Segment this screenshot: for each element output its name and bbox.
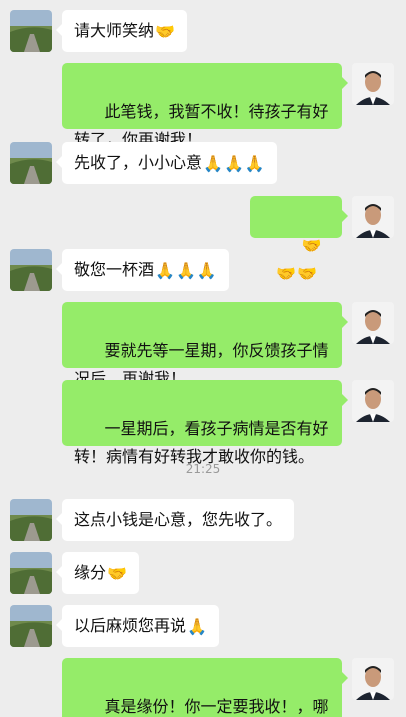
my-avatar[interactable] <box>352 302 394 344</box>
message-text: 请大师笑纳 <box>74 21 155 40</box>
palms-together-icon: 🙏 <box>187 617 207 636</box>
my-avatar[interactable] <box>352 658 394 700</box>
handshake-icon: 🤝 <box>276 264 296 283</box>
message-text: 一星期后，看孩子病情是否有好转！病情有好转我才敢收你的钱。 <box>74 419 329 466</box>
handshake-icon: 🤝 <box>107 564 127 583</box>
message-text: 这点小钱是心意，您先收了。 <box>74 510 283 529</box>
received-message-bubble[interactable]: 先收了，小小心意🙏🙏🙏 <box>56 142 277 184</box>
timestamp: 21:25 <box>185 462 221 476</box>
sent-message-bubble[interactable]: 一星期后，看孩子病情是否有好转！病情有好转我才敢收你的钱。 <box>62 380 348 466</box>
portrait-avatar-image <box>352 658 394 700</box>
received-message-bubble[interactable]: 这点小钱是心意，您先收了。 <box>55 499 295 541</box>
landscape-avatar-image <box>10 552 52 594</box>
palms-together-icon: 🙏 <box>203 154 223 173</box>
received-message-bubble[interactable]: 敬您一杯酒🙏🙏🙏 <box>56 249 229 291</box>
contact-avatar[interactable] <box>10 499 52 541</box>
received-message-bubble[interactable]: 以后麻烦您再说🙏 <box>56 605 219 647</box>
handshake-icon: 🤝 <box>155 22 175 41</box>
my-avatar[interactable] <box>352 63 394 105</box>
palms-together-icon: 🙏 <box>155 261 175 280</box>
sent-message-bubble[interactable]: 此笔钱，我暂不收！待孩子有好转了，你再谢我！ <box>62 63 348 149</box>
landscape-avatar-image <box>10 249 52 291</box>
landscape-avatar-image <box>10 142 52 184</box>
my-avatar[interactable] <box>352 380 394 422</box>
handshake-icon: 🤝 <box>301 236 322 255</box>
sent-message-bubble[interactable]: 🤝🤝🤝 <box>250 196 348 282</box>
sent-message-bubble[interactable]: 真是缘份！你一定要我收！，哪我先收下。一星期后反馈孩子的情 <box>62 658 348 717</box>
portrait-avatar-image <box>352 196 394 238</box>
palms-together-icon: 🙏 <box>244 154 265 173</box>
portrait-avatar-image <box>352 380 394 422</box>
message-text: 先收了，小小心意 <box>74 153 203 172</box>
landscape-avatar-image <box>10 605 52 647</box>
received-message-bubble[interactable]: 请大师笑纳🤝 <box>56 10 187 52</box>
landscape-avatar-image <box>10 10 52 52</box>
chat-area: 请大师笑纳🤝 此笔钱，我暂不收！待孩子有好转了，你再谢我！ 先收了，小小心意🙏🙏… <box>0 0 406 717</box>
my-avatar[interactable] <box>352 196 394 238</box>
palms-together-icon: 🙏 <box>223 154 244 173</box>
contact-avatar[interactable] <box>10 142 52 184</box>
message-text: 真是缘份！你一定要我收！，哪我先收下。一星期后反馈孩子的情 <box>104 697 329 716</box>
contact-avatar[interactable] <box>10 552 52 594</box>
portrait-avatar-image <box>352 63 394 105</box>
palms-together-icon: 🙏 <box>175 261 196 280</box>
message-text: 敬您一杯酒 <box>74 260 155 279</box>
handshake-icon: 🤝 <box>297 264 317 283</box>
contact-avatar[interactable] <box>10 605 52 647</box>
landscape-avatar-image <box>10 499 52 541</box>
portrait-avatar-image <box>352 302 394 344</box>
received-message-bubble[interactable]: 缘分🤝 <box>56 552 139 594</box>
sent-message-bubble[interactable]: 要就先等一星期，你反馈孩子情况后，再谢我！ <box>62 302 348 388</box>
message-text: 缘分 <box>74 563 107 582</box>
contact-avatar[interactable] <box>10 10 52 52</box>
message-text: 以后麻烦您再说 <box>74 616 187 635</box>
palms-together-icon: 🙏 <box>196 261 217 280</box>
contact-avatar[interactable] <box>10 249 52 291</box>
